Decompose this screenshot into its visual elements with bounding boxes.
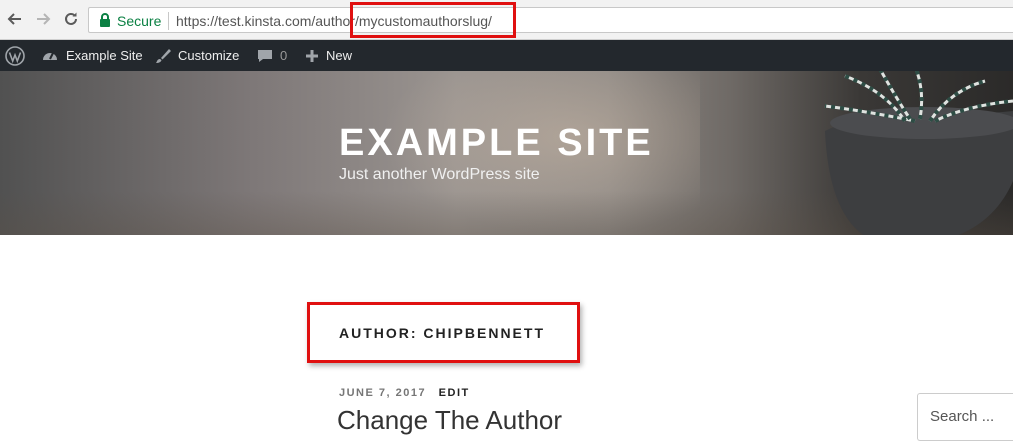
site-title[interactable]: EXAMPLE SITE — [339, 122, 654, 165]
brush-icon — [156, 48, 171, 63]
forward-arrow-icon — [37, 13, 51, 25]
comment-count: 0 — [280, 48, 288, 63]
wordpress-logo-icon — [5, 45, 25, 66]
wp-logo-menu[interactable] — [5, 40, 32, 71]
archive-title: AUTHOR: CHIPBENNETT — [339, 325, 545, 341]
address-bar[interactable]: Secure https://test.kinsta.com/author/my… — [88, 2, 1013, 38]
secure-label: Secure — [117, 13, 162, 29]
browser-toolbar: Secure https://test.kinsta.com/author/my… — [0, 0, 1013, 40]
reload-icon — [65, 12, 77, 25]
wp-admin-bar: Example Site Customize 0 New — [0, 40, 1013, 71]
admin-new-content[interactable]: New — [305, 40, 352, 71]
post-date[interactable]: JUNE 7, 2017 — [339, 387, 426, 399]
plant-pot-image — [824, 71, 1013, 235]
search-placeholder: Search ... — [930, 408, 995, 425]
plus-icon — [306, 49, 318, 62]
search-field[interactable]: Search ... — [917, 393, 1013, 441]
admin-customize[interactable]: Customize — [155, 40, 239, 71]
forward-button[interactable] — [32, 8, 54, 30]
lock-icon — [100, 13, 110, 27]
reload-button[interactable] — [60, 8, 82, 30]
back-arrow-icon — [7, 13, 21, 25]
post-meta: JUNE 7, 2017 EDIT — [339, 387, 470, 399]
comment-bubble-icon — [258, 49, 272, 62]
back-button[interactable] — [4, 8, 26, 30]
dashboard-icon — [43, 52, 57, 60]
post-title[interactable]: Change The Author — [337, 405, 562, 436]
url-base: https://test.kinsta.com/autho — [176, 13, 351, 29]
new-label: New — [326, 48, 353, 63]
admin-site-name[interactable]: Example Site — [41, 40, 143, 71]
admin-comments[interactable]: 0 — [257, 40, 287, 71]
customize-label: Customize — [178, 48, 240, 63]
site-name-label: Example Site — [66, 48, 143, 63]
address-divider — [168, 12, 169, 30]
url-highlight-box — [350, 2, 516, 38]
site-tagline: Just another WordPress site — [339, 166, 540, 183]
site-header: EXAMPLE SITE Just another WordPress site — [0, 71, 1013, 235]
edit-post-link[interactable]: EDIT — [439, 387, 470, 399]
